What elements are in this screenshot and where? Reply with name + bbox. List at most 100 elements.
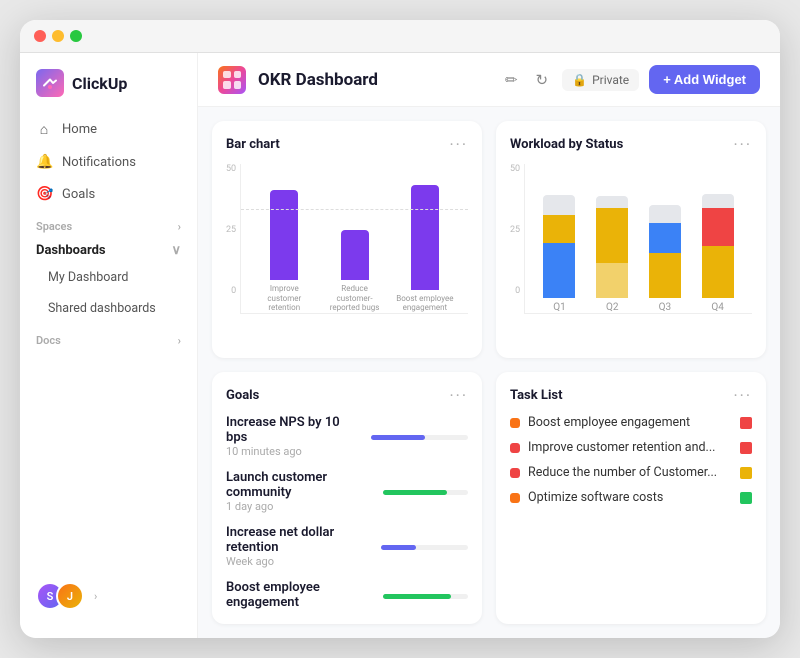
bar-group-3: Boost employeeengagement xyxy=(390,185,460,313)
stacked-group-q3: Q3 xyxy=(649,205,681,313)
task-item-3: Reduce the number of Customer... xyxy=(510,465,752,480)
chrome-maximize[interactable] xyxy=(70,30,82,42)
sidebar-footer[interactable]: S J › xyxy=(20,570,197,622)
task-flag-1 xyxy=(740,417,752,429)
add-widget-button[interactable]: + Add Widget xyxy=(649,65,760,94)
bar-chart-title: Bar chart xyxy=(226,137,280,152)
page-title: OKR Dashboard xyxy=(258,70,489,90)
task-flag-4 xyxy=(740,492,752,504)
sidebar-item-notifications-label: Notifications xyxy=(62,155,136,170)
goals-widget-title: Goals xyxy=(226,388,259,403)
goals-icon: 🎯 xyxy=(36,186,52,202)
sidebar-item-home-label: Home xyxy=(62,122,97,137)
task-dot-2 xyxy=(510,443,520,453)
home-icon: ⌂ xyxy=(36,121,52,138)
task-dot-4 xyxy=(510,493,520,503)
chrome-minimize[interactable] xyxy=(52,30,64,42)
sidebar-item-home[interactable]: ⌂ Home xyxy=(20,113,197,146)
goal-item-1: Increase NPS by 10 bps 10 minutes ago xyxy=(226,415,468,458)
task-list-widget: Task List ··· Boost employee engagement … xyxy=(496,372,766,624)
sidebar-item-goals[interactable]: 🎯 Goals xyxy=(20,178,197,210)
goal-time-3: Week ago xyxy=(226,555,369,568)
bar-2 xyxy=(341,230,369,280)
spaces-label: Spaces xyxy=(36,220,72,233)
docs-section: Docs › xyxy=(20,324,197,351)
goals-widget-menu[interactable]: ··· xyxy=(449,386,468,405)
workload-chart-title: Workload by Status xyxy=(510,137,623,152)
my-dashboard-label: My Dashboard xyxy=(48,270,128,285)
sidebar-item-notifications[interactable]: 🔔 Notifications xyxy=(20,146,197,178)
task-dot-3 xyxy=(510,468,520,478)
sidebar-nav: ⌂ Home 🔔 Notifications 🎯 Goals Spaces › … xyxy=(20,113,197,570)
workload-chart-menu[interactable]: ··· xyxy=(733,135,752,154)
task-dot-1 xyxy=(510,418,520,428)
bar-1 xyxy=(270,190,298,280)
bar-group-2: Reduce customer-reported bugs xyxy=(319,230,389,313)
goal-name-4: Boost employee engagement xyxy=(226,580,371,610)
logo-text: ClickUp xyxy=(72,74,127,93)
goals-widget: Goals ··· Increase NPS by 10 bps 10 minu… xyxy=(212,372,482,624)
task-flag-2 xyxy=(740,442,752,454)
task-list-menu[interactable]: ··· xyxy=(733,386,752,405)
task-item-4: Optimize software costs xyxy=(510,490,752,505)
dashboard-grid: Bar chart ··· 50 25 0 xyxy=(198,107,780,638)
chrome-close[interactable] xyxy=(34,30,46,42)
spaces-section: Spaces › xyxy=(20,210,197,237)
task-list: Boost employee engagement Improve custom… xyxy=(510,415,752,505)
dashboards-label: Dashboards xyxy=(36,243,106,258)
task-list-header: Task List ··· xyxy=(510,386,752,405)
task-flag-3 xyxy=(740,467,752,479)
task-item-1: Boost employee engagement xyxy=(510,415,752,430)
docs-chevron[interactable]: › xyxy=(178,334,181,347)
bar-label-3: Boost employeeengagement xyxy=(396,294,453,313)
avatar-stack: S J xyxy=(36,582,84,610)
main-content: OKR Dashboard ✏ ↻ 🔒 Private + Add Widget xyxy=(198,53,780,638)
logo-icon xyxy=(36,69,64,97)
goals-widget-header: Goals ··· xyxy=(226,386,468,405)
goal-item-3: Increase net dollar retention Week ago xyxy=(226,525,468,568)
task-list-title: Task List xyxy=(510,388,562,403)
task-label-3: Reduce the number of Customer... xyxy=(528,465,717,480)
stacked-group-q2: Q2 xyxy=(596,196,628,313)
dashboards-chevron[interactable]: ∨ xyxy=(171,243,181,258)
spaces-chevron[interactable]: › xyxy=(178,220,181,233)
bar-chart-menu[interactable]: ··· xyxy=(449,135,468,154)
q4-label: Q4 xyxy=(711,302,724,313)
goal-name-2: Launch customer community xyxy=(226,470,371,500)
bar-chart-header: Bar chart ··· xyxy=(226,135,468,154)
task-label-2: Improve customer retention and... xyxy=(528,440,715,455)
workload-chart-header: Workload by Status ··· xyxy=(510,135,752,154)
dashboard-icon xyxy=(218,66,246,94)
goal-time-1: 10 minutes ago xyxy=(226,445,359,458)
sidebar-item-goals-label: Goals xyxy=(62,187,95,202)
shared-dashboards-label: Shared dashboards xyxy=(48,301,156,316)
private-label: Private xyxy=(592,73,629,87)
goal-time-2: 1 day ago xyxy=(226,500,371,513)
window-chrome xyxy=(20,20,780,53)
footer-chevron[interactable]: › xyxy=(94,590,97,603)
bar-3 xyxy=(411,185,439,290)
sidebar-item-my-dashboard[interactable]: My Dashboard xyxy=(20,262,197,293)
workload-chart-widget: Workload by Status ··· 50 25 0 xyxy=(496,121,766,358)
task-item-2: Improve customer retention and... xyxy=(510,440,752,455)
goal-name-1: Increase NPS by 10 bps xyxy=(226,415,359,445)
avatar-j: J xyxy=(56,582,84,610)
app-logo: ClickUp xyxy=(20,69,197,113)
docs-label: Docs xyxy=(36,334,61,347)
refresh-button[interactable]: ↻ xyxy=(532,67,553,93)
bell-icon: 🔔 xyxy=(36,154,52,170)
sidebar-item-shared-dashboards[interactable]: Shared dashboards xyxy=(20,293,197,324)
private-badge[interactable]: 🔒 Private xyxy=(562,69,639,91)
task-label-4: Optimize software costs xyxy=(528,490,663,505)
lock-icon: 🔒 xyxy=(572,73,587,87)
q2-label: Q2 xyxy=(606,302,619,313)
task-label-1: Boost employee engagement xyxy=(528,415,690,430)
stacked-group-q1: Q1 xyxy=(543,195,575,313)
dashboards-section: Dashboards ∨ xyxy=(20,237,197,262)
bar-label-1: Improve customerretention xyxy=(254,284,314,313)
topbar: OKR Dashboard ✏ ↻ 🔒 Private + Add Widget xyxy=(198,53,780,107)
bar-chart-widget: Bar chart ··· 50 25 0 xyxy=(212,121,482,358)
goal-item-4: Boost employee engagement xyxy=(226,580,468,610)
topbar-actions: ✏ ↻ 🔒 Private + Add Widget xyxy=(501,65,760,94)
edit-button[interactable]: ✏ xyxy=(501,67,522,93)
